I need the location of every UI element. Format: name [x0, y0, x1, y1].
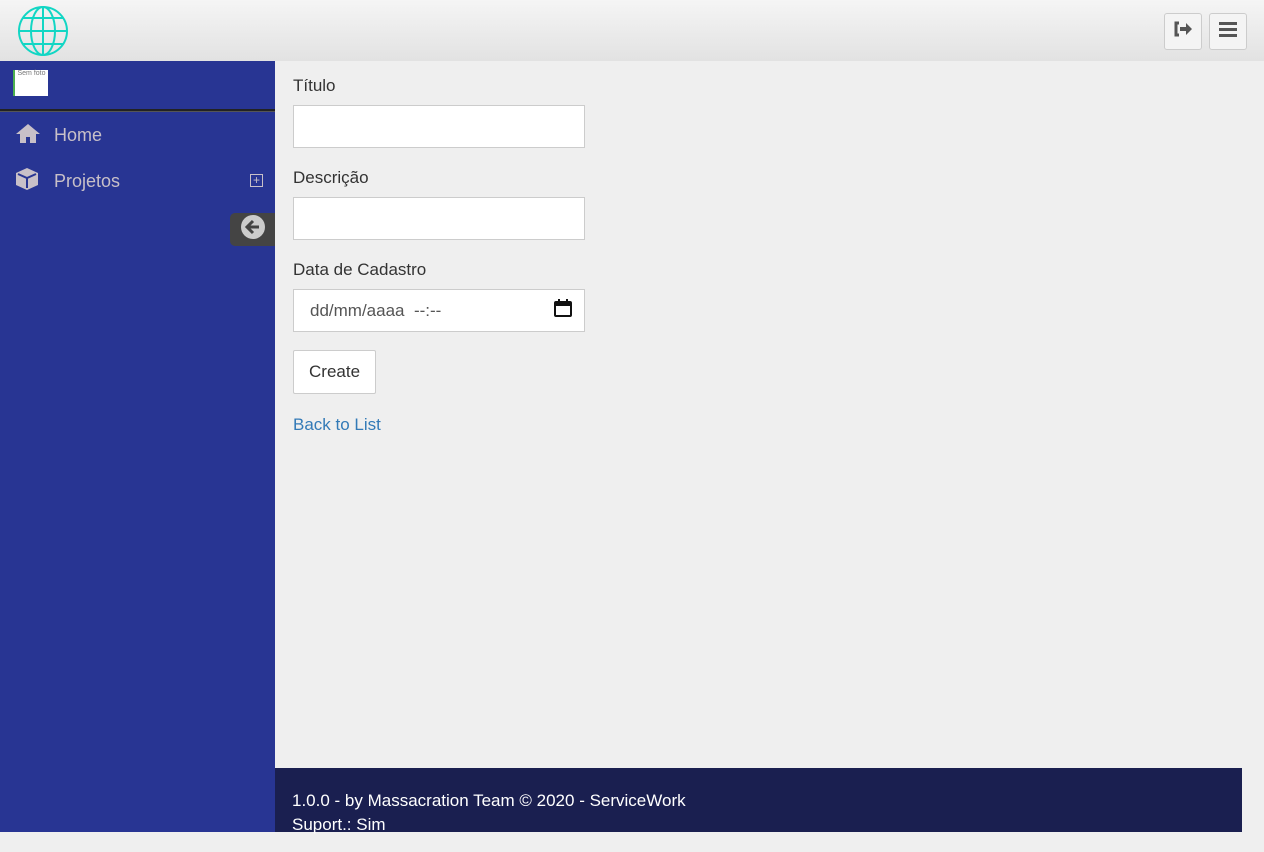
footer: 1.0.0 - by Massacration Team © 2020 - Se… [275, 768, 1242, 834]
expand-icon[interactable]: + [250, 174, 263, 187]
sign-out-icon [1173, 21, 1193, 42]
sidebar-item-home[interactable]: Home [0, 115, 275, 155]
bars-icon [1219, 21, 1237, 42]
top-bar [0, 0, 1264, 61]
back-to-list-link[interactable]: Back to List [293, 415, 585, 435]
data-cadastro-input[interactable]: dd/mm/aaaa --:-- [293, 289, 585, 332]
data-cadastro-label: Data de Cadastro [293, 260, 427, 279]
photo-placeholder-text: Sem foto [17, 70, 46, 77]
titulo-input[interactable] [293, 105, 585, 148]
sidebar-item-label: Home [54, 124, 103, 145]
sidebar: Sem foto Home Projetos + [0, 61, 275, 832]
footer-support: Suport.: Sim [292, 815, 386, 834]
user-photo: Sem foto [13, 70, 48, 96]
calendar-icon[interactable] [554, 299, 572, 322]
collapse-sidebar-button[interactable] [230, 213, 275, 246]
sidebar-item-label: Projetos [54, 170, 121, 191]
footer-version: 1.0.0 - by Massacration Team © 2020 - Se… [292, 791, 686, 810]
home-icon [15, 123, 43, 148]
titulo-label: Título [293, 76, 336, 95]
create-form: Título Descrição Data de Cadastro dd/mm/… [293, 76, 585, 435]
divider [0, 109, 275, 112]
menu-button[interactable] [1209, 13, 1247, 50]
date-placeholder: dd/mm/aaaa --:-- [310, 300, 442, 320]
logout-button[interactable] [1164, 13, 1202, 50]
globe-logo-icon[interactable] [18, 6, 68, 61]
descricao-input[interactable] [293, 197, 585, 240]
cube-icon [15, 167, 43, 196]
sidebar-item-projetos[interactable]: Projetos + [0, 161, 275, 201]
arrow-left-circle-icon [240, 215, 265, 244]
create-button[interactable]: Create [293, 350, 377, 394]
descricao-label: Descrição [293, 168, 369, 187]
